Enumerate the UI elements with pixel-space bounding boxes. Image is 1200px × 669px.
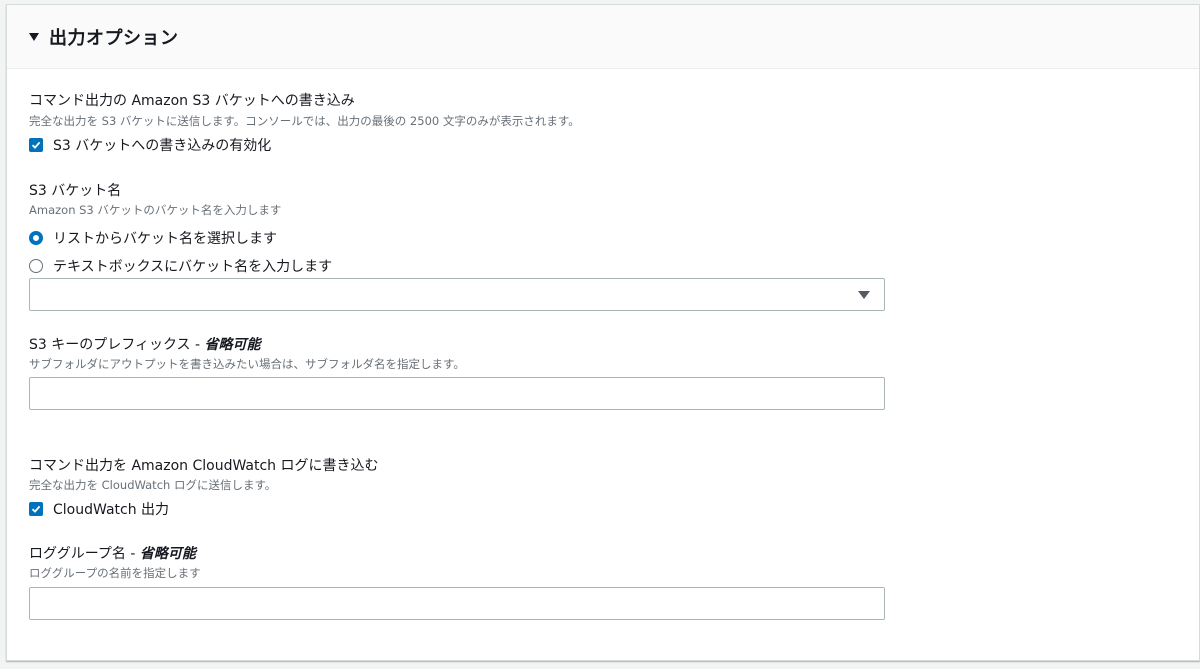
- radio-select-from-list[interactable]: [29, 231, 43, 245]
- radio-row-select-from-list[interactable]: リストからバケット名を選択します: [29, 228, 277, 248]
- key-prefix-input[interactable]: [29, 377, 885, 410]
- cloudwatch-description: 完全な出力を CloudWatch ログに送信します。: [29, 478, 277, 492]
- cloudwatch-label: コマンド出力を Amazon CloudWatch ログに書き込む: [29, 458, 379, 474]
- s3-output-description: 完全な出力を S3 バケットに送信します。コンソールでは、出力の最後の 2500…: [29, 114, 580, 128]
- log-group-label: ロググループ名 - 省略可能: [29, 543, 196, 563]
- checkmark-icon: [31, 505, 41, 513]
- bucket-select[interactable]: [29, 278, 885, 311]
- radio-enter-in-textbox-label: テキストボックスにバケット名を入力します: [53, 259, 333, 275]
- key-prefix-optional: 省略可能: [204, 337, 261, 353]
- s3-output-label: コマンド出力の Amazon S3 バケットへの書き込み: [29, 93, 355, 109]
- cloudwatch-checkbox-row[interactable]: CloudWatch 出力: [29, 499, 169, 519]
- caret-down-icon[interactable]: [29, 33, 39, 41]
- s3-enable-checkbox[interactable]: [29, 138, 43, 152]
- checkmark-icon: [31, 141, 41, 149]
- panel-header[interactable]: 出力オプション: [7, 5, 1199, 69]
- key-prefix-label-text: S3 キーのプレフィックス -: [29, 337, 205, 353]
- log-group-label-text: ロググループ名 -: [29, 546, 140, 562]
- key-prefix-label: S3 キーのプレフィックス - 省略可能: [29, 334, 261, 354]
- dropdown-caret-icon: [858, 291, 870, 299]
- radio-select-from-list-label: リストからバケット名を選択します: [53, 231, 277, 247]
- radio-row-enter-in-textbox[interactable]: テキストボックスにバケット名を入力します: [29, 256, 332, 276]
- radio-enter-in-textbox[interactable]: [29, 259, 43, 273]
- log-group-input[interactable]: [29, 587, 885, 620]
- cloudwatch-enable-label: CloudWatch 出力: [53, 502, 170, 518]
- bucket-name-description: Amazon S3 バケットのバケット名を入力します: [29, 203, 282, 217]
- cloudwatch-checkbox[interactable]: [29, 502, 43, 516]
- s3-enable-label: S3 バケットへの書き込みの有効化: [53, 138, 272, 154]
- s3-enable-checkbox-row[interactable]: S3 バケットへの書き込みの有効化: [29, 135, 271, 155]
- bucket-name-label: S3 バケット名: [29, 183, 122, 199]
- panel-title: 出力オプション: [49, 27, 179, 49]
- log-group-optional: 省略可能: [139, 546, 196, 562]
- output-options-panel: 出力オプション コマンド出力の Amazon S3 バケットへの書き込み 完全な…: [6, 4, 1200, 661]
- log-group-description: ロググループの名前を指定します: [29, 566, 201, 580]
- key-prefix-description: サブフォルダにアウトプットを書き込みたい場合は、サブフォルダ名を指定します。: [29, 357, 465, 371]
